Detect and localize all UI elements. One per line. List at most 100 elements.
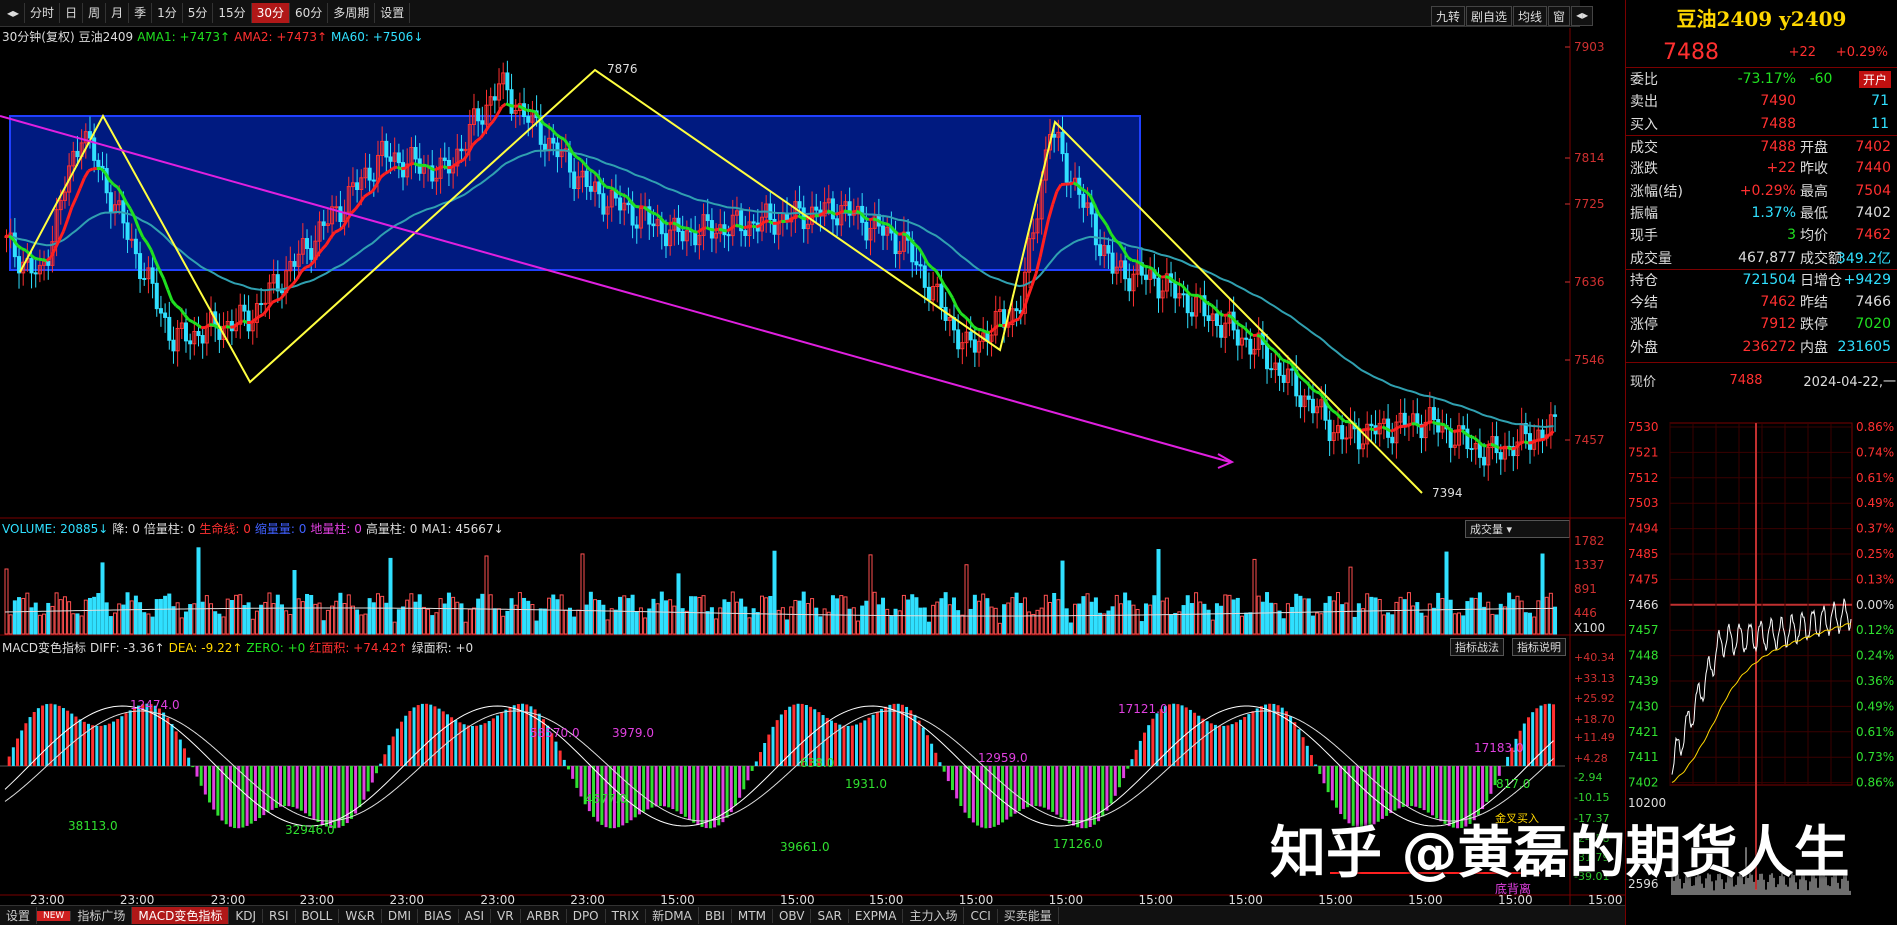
volume-bar bbox=[593, 599, 598, 635]
volume-bar bbox=[1390, 614, 1395, 635]
indicator-tab[interactable]: RSI bbox=[263, 908, 296, 923]
volume-bar bbox=[1139, 621, 1144, 635]
indicator-tab[interactable]: NEW bbox=[37, 910, 72, 921]
ama-segment bbox=[21, 247, 27, 252]
indicator-tab[interactable]: 新DMA bbox=[646, 907, 699, 924]
time-axis-label: 15:00 bbox=[1408, 893, 1443, 905]
indicator-tab[interactable]: DPO bbox=[567, 908, 606, 923]
quote-cell: 7402 bbox=[1855, 138, 1891, 155]
ama-segment bbox=[609, 186, 616, 191]
indicator-tab[interactable]: 买卖能量 bbox=[998, 907, 1059, 924]
volume-bar bbox=[1319, 613, 1324, 635]
volume-bar bbox=[1532, 616, 1537, 635]
volume-bar bbox=[981, 593, 986, 635]
candle-body bbox=[1431, 407, 1436, 421]
volume-bar bbox=[1256, 595, 1261, 635]
volume-bar bbox=[192, 603, 197, 635]
quote-cell: 7462 bbox=[1855, 227, 1891, 244]
ama-segment bbox=[1331, 409, 1338, 415]
volume-bar bbox=[835, 598, 840, 635]
volume-bar bbox=[463, 621, 468, 635]
mini-left-label: 7475 bbox=[1628, 572, 1659, 586]
candle-body bbox=[183, 322, 188, 342]
ama-segment bbox=[1519, 440, 1525, 445]
ama-segment bbox=[722, 228, 728, 233]
indicator-tab[interactable]: W&R bbox=[339, 908, 382, 923]
volume-bar bbox=[1386, 612, 1391, 635]
ama-segment bbox=[818, 212, 824, 218]
volume-bar bbox=[755, 612, 760, 635]
ama-segment bbox=[693, 230, 699, 234]
candle-body bbox=[1340, 425, 1345, 440]
ama-segment bbox=[1390, 428, 1396, 433]
volume-bar bbox=[129, 600, 134, 635]
ama-segment bbox=[1514, 442, 1522, 449]
ama-segment bbox=[384, 170, 390, 175]
volume-bar bbox=[87, 597, 92, 635]
indicator-tab[interactable]: OBV bbox=[773, 908, 812, 923]
indicator-tab[interactable]: EXPMA bbox=[849, 908, 904, 923]
time-axis-label: 15:00 bbox=[1498, 893, 1533, 905]
open-account-button[interactable]: 开户 bbox=[1858, 70, 1891, 88]
indicator-tab[interactable]: MACD变色指标 bbox=[132, 907, 230, 924]
volume-bar bbox=[1056, 599, 1061, 635]
volume-bar bbox=[526, 600, 531, 635]
ama-segment bbox=[1239, 324, 1246, 330]
time-axis-label: 23:00 bbox=[480, 893, 515, 905]
indicator-tab[interactable]: 设置 bbox=[0, 907, 38, 924]
volume-bar bbox=[889, 615, 894, 635]
ama-segment bbox=[751, 224, 757, 229]
volume-bar bbox=[1327, 596, 1332, 635]
volume-bar bbox=[1356, 603, 1361, 635]
quote-row: 委比 -73.17% -60 开户 bbox=[1626, 68, 1897, 90]
volume-bar bbox=[1315, 612, 1320, 635]
indicator-tab[interactable]: ARBR bbox=[521, 908, 567, 923]
candle-body bbox=[33, 272, 38, 275]
volume-bar bbox=[100, 562, 105, 635]
indicator-tab[interactable]: TRIX bbox=[606, 908, 647, 923]
volume-bar bbox=[705, 611, 710, 635]
ama-segment bbox=[872, 217, 878, 222]
indicator-tab[interactable]: MTM bbox=[732, 908, 773, 923]
volume-bar bbox=[1002, 604, 1007, 635]
mini-right-label: 0.36% bbox=[1856, 674, 1894, 688]
volume-bar bbox=[1281, 618, 1286, 635]
ama-segment bbox=[1507, 446, 1513, 451]
volume-bar bbox=[789, 606, 794, 635]
ama-segment bbox=[1256, 333, 1262, 339]
time-axis-label: 15:00 bbox=[1228, 893, 1263, 905]
time-axis-label: 15:00 bbox=[869, 893, 904, 905]
indicator-tab[interactable]: 指标广场 bbox=[71, 907, 133, 924]
ama-segment bbox=[275, 297, 281, 302]
ama-segment bbox=[1068, 181, 1074, 186]
indicator-tab[interactable]: BIAS bbox=[418, 908, 459, 923]
indicator-tab[interactable]: ASI bbox=[459, 908, 492, 923]
ama-segment bbox=[735, 223, 740, 228]
indicator-tab[interactable]: DMI bbox=[382, 908, 419, 923]
quote-row: 买入 7488 11 bbox=[1626, 113, 1897, 135]
candle-body bbox=[1156, 277, 1161, 299]
volume-bar bbox=[284, 610, 289, 635]
kline-chart[interactable]: 7903 7814 7725 7636 7546 7457 7876 7394 1782 1337… bbox=[0, 0, 1625, 905]
volume-bar bbox=[881, 597, 886, 635]
quote-cell: 振幅 bbox=[1630, 205, 1658, 222]
indicator-tab[interactable]: CCI bbox=[964, 908, 998, 923]
volume-bar bbox=[1527, 612, 1532, 635]
volume-bar bbox=[501, 615, 506, 635]
indicator-tab[interactable]: BBI bbox=[699, 908, 732, 923]
indicator-tab[interactable]: 主力入场 bbox=[903, 907, 965, 924]
candle-body bbox=[1060, 131, 1065, 155]
volume-bar bbox=[1448, 599, 1453, 635]
candle-body bbox=[1344, 437, 1349, 440]
candle-body bbox=[334, 206, 339, 209]
quote-title: 豆油2409 y2409 bbox=[1676, 7, 1847, 31]
volume-bar bbox=[977, 600, 982, 635]
volume-bar bbox=[146, 613, 151, 635]
ama-segment bbox=[1365, 427, 1371, 431]
indicator-tab[interactable]: BOLL bbox=[296, 908, 340, 923]
volume-bar bbox=[722, 599, 727, 635]
indicator-tab[interactable]: SAR bbox=[811, 908, 849, 923]
indicator-tab[interactable]: KDJ bbox=[229, 908, 263, 923]
volume-bar bbox=[1519, 600, 1524, 635]
indicator-tab[interactable]: VR bbox=[491, 908, 521, 923]
